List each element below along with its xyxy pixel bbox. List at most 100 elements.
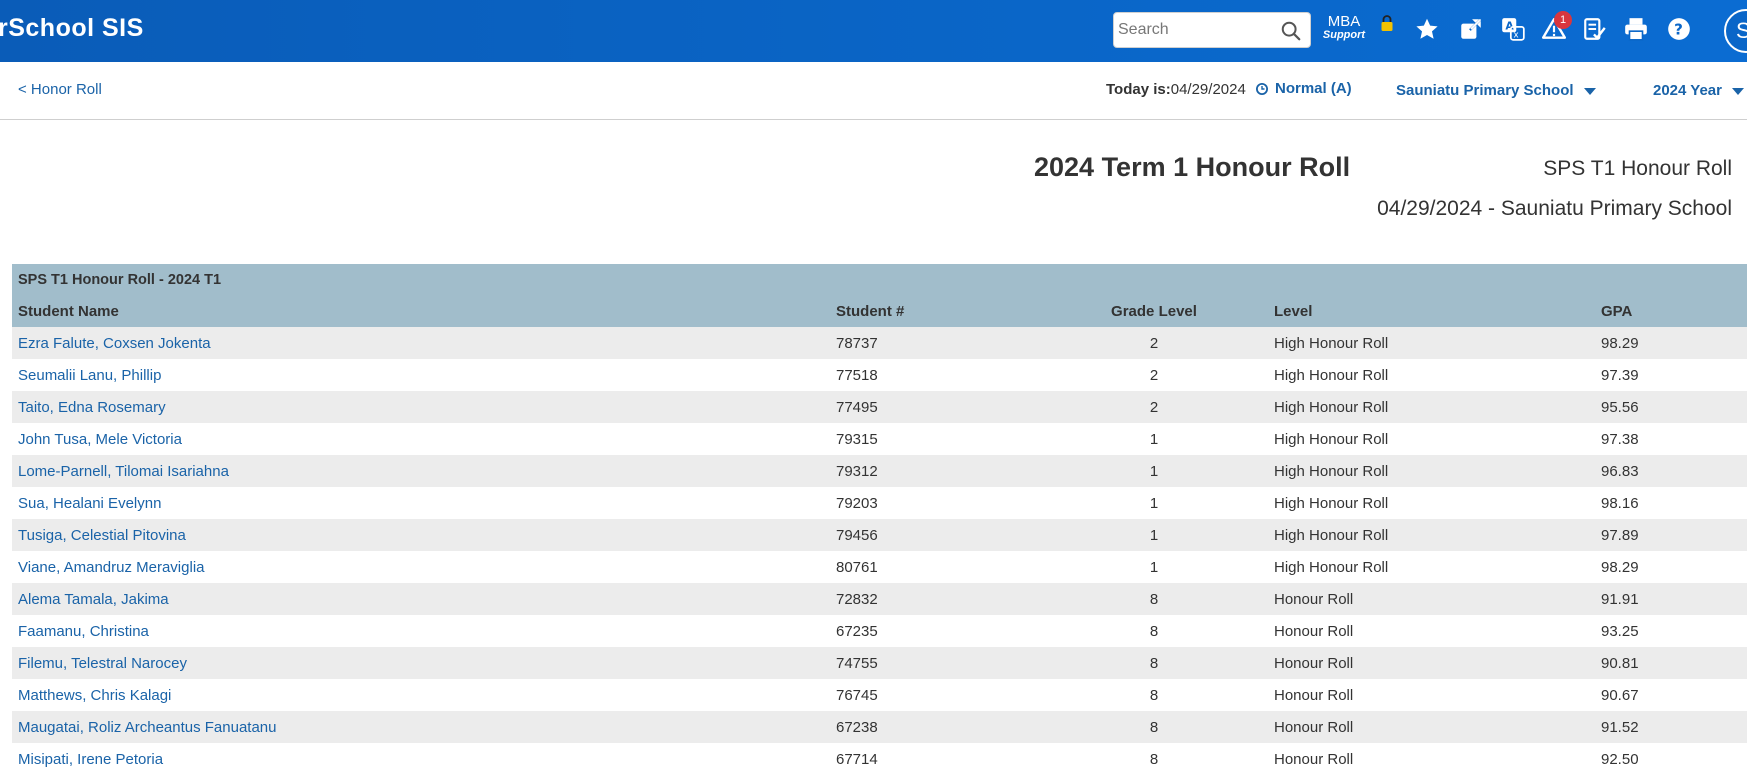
school-selector[interactable]: Sauniatu Primary School [1396, 82, 1596, 99]
student-name-link[interactable]: Filemu, Telestral Narocey [18, 655, 187, 672]
student-name-link[interactable]: Sua, Healani Evelynn [18, 495, 161, 512]
year-selector[interactable]: 2024 Year [1653, 82, 1744, 99]
grade-level: 8 [1149, 654, 1159, 672]
translate-icon[interactable]: Ax [1500, 16, 1526, 42]
gpa: 93.25 [1601, 622, 1639, 640]
grade-level: 1 [1149, 558, 1159, 576]
honour-level: High Honour Roll [1274, 526, 1389, 544]
user-avatar[interactable]: S [1724, 9, 1747, 53]
grade-level: 8 [1149, 686, 1159, 704]
honour-level: Honour Roll [1274, 590, 1354, 608]
table-body: Ezra Falute, Coxsen Jokenta 78737 2 High Ho… [12, 327, 1747, 772]
context-bar: < Honor Roll Today is:04/29/2024 Normal … [0, 62, 1747, 120]
table-row: Matthews, Chris Kalagi 76745 8 Honour Roll 9… [12, 679, 1747, 711]
student-name-cell: Seumalii Lanu, Phillip [12, 359, 830, 391]
column-header-level[interactable]: Level [1268, 295, 1595, 327]
help-icon[interactable]: ? [1666, 16, 1692, 42]
student-name-cell: Matthews, Chris Kalagi [12, 679, 830, 711]
student-name-link[interactable]: Maugatai, Roliz Archeantus Fanuatanu [18, 719, 277, 736]
student-name-link[interactable]: Seumalii Lanu, Phillip [18, 367, 161, 384]
gpa: 97.38 [1601, 430, 1639, 448]
student-number: 80761 [836, 558, 878, 576]
back-to-honor-roll-link[interactable]: < Honor Roll [18, 81, 102, 98]
honour-level: High Honour Roll [1274, 366, 1389, 384]
search-input[interactable] [1118, 17, 1278, 43]
table-row: Taito, Edna Rosemary 77495 2 High Honour Ro… [12, 391, 1747, 423]
gpa: 98.29 [1601, 558, 1639, 576]
student-name-cell: Faamanu, Christina [12, 615, 830, 647]
table-header-row: Student Name Student # Grade Level Level… [12, 295, 1747, 327]
grade-level: 1 [1149, 430, 1159, 448]
student-name-link[interactable]: John Tusa, Mele Victoria [18, 431, 182, 448]
gpa: 96.83 [1601, 462, 1639, 480]
table-row: John Tusa, Mele Victoria 79315 1 High Honou… [12, 423, 1747, 455]
report-date-school: 04/29/2024 - Sauniatu Primary School [1377, 197, 1732, 220]
term-selector[interactable]: Normal (A) [1275, 80, 1352, 97]
student-name-cell: Viane, Amandruz Meraviglia [12, 551, 830, 583]
search-icon[interactable] [1280, 20, 1302, 42]
print-icon[interactable] [1623, 16, 1649, 42]
report-title: 2024 Term 1 Honour Roll [1034, 152, 1351, 182]
table-row: Sua, Healani Evelynn 79203 1 High Honour Ro… [12, 487, 1747, 519]
student-name-cell: Maugatai, Roliz Archeantus Fanuatanu [12, 711, 830, 743]
student-number: 76745 [836, 686, 878, 704]
table-row: Lome-Parnell, Tilomai Isariahna 79312 1 Hig… [12, 455, 1747, 487]
column-header-student-name[interactable]: Student Name [12, 295, 830, 327]
grade-level: 8 [1149, 590, 1159, 608]
student-name-link[interactable]: Misipati, Irene Petoria [18, 751, 163, 768]
gpa: 98.29 [1601, 334, 1639, 352]
table-row: Filemu, Telestral Narocey 74755 8 Honour Ro… [12, 647, 1747, 679]
app-brand[interactable]: rSchool SIS [0, 14, 144, 43]
honour-level: High Honour Roll [1274, 398, 1389, 416]
honour-level: Honour Roll [1274, 686, 1354, 704]
table-row: Misipati, Irene Petoria 67714 8 Honour Roll… [12, 743, 1747, 772]
student-number: 72832 [836, 590, 878, 608]
honour-roll-table: SPS T1 Honour Roll - 2024 T1 Student Nam… [12, 264, 1747, 772]
gpa: 91.52 [1601, 718, 1639, 736]
student-number: 78737 [836, 334, 878, 352]
student-name-cell: Lome-Parnell, Tilomai Isariahna [12, 455, 830, 487]
school-name: Sauniatu Primary School [1396, 82, 1574, 99]
column-header-student-number[interactable]: Student # [830, 295, 1040, 327]
external-link-icon[interactable] [1458, 16, 1484, 42]
student-name-link[interactable]: Faamanu, Christina [18, 623, 149, 640]
grade-level: 8 [1149, 750, 1159, 768]
svg-text:?: ? [1674, 20, 1683, 38]
gpa: 98.16 [1601, 494, 1639, 512]
gpa: 91.91 [1601, 590, 1639, 608]
chevron-down-icon [1731, 87, 1744, 95]
checklist-icon[interactable] [1582, 16, 1608, 42]
student-name-link[interactable]: Taito, Edna Rosemary [18, 399, 166, 416]
student-name-link[interactable]: Matthews, Chris Kalagi [18, 687, 171, 704]
search-box [1113, 12, 1311, 48]
student-number: 67235 [836, 622, 878, 640]
mba-support-link[interactable]: MBA Support [1322, 14, 1366, 41]
gpa: 90.81 [1601, 654, 1639, 672]
table-row: Faamanu, Christina 67235 8 Honour Roll 93.25 [12, 615, 1747, 647]
table-row: Ezra Falute, Coxsen Jokenta 78737 2 High Ho… [12, 327, 1747, 359]
support-label: Support [1322, 29, 1366, 41]
today-label: Today is: [1106, 81, 1171, 98]
favorites-star-icon[interactable] [1414, 16, 1440, 42]
student-name-cell: John Tusa, Mele Victoria [12, 423, 830, 455]
grade-level: 1 [1149, 462, 1159, 480]
student-name-link[interactable]: Alema Tamala, Jakima [18, 591, 169, 608]
column-header-gpa[interactable]: GPA [1595, 295, 1747, 327]
honour-level: High Honour Roll [1274, 430, 1389, 448]
student-name-cell: Taito, Edna Rosemary [12, 391, 830, 423]
alert-count-badge: 1 [1554, 11, 1572, 29]
student-name-link[interactable]: Tusiga, Celestial Pitovina [18, 527, 186, 544]
gpa: 97.89 [1601, 526, 1639, 544]
gpa: 92.50 [1601, 750, 1639, 768]
lock-icon [1381, 15, 1393, 31]
table-caption: SPS T1 Honour Roll - 2024 T1 [12, 264, 1747, 295]
student-name-link[interactable]: Viane, Amandruz Meraviglia [18, 559, 205, 576]
student-name-link[interactable]: Ezra Falute, Coxsen Jokenta [18, 335, 211, 352]
year-name: 2024 Year [1653, 82, 1722, 99]
honour-level: Honour Roll [1274, 654, 1354, 672]
top-navigation-bar: rSchool SIS MBA Support Ax 1 ? S [0, 0, 1747, 62]
student-name-link[interactable]: Lome-Parnell, Tilomai Isariahna [18, 463, 229, 480]
column-header-grade-level[interactable]: Grade Level [1040, 295, 1268, 327]
student-number: 67238 [836, 718, 878, 736]
gpa: 97.39 [1601, 366, 1639, 384]
